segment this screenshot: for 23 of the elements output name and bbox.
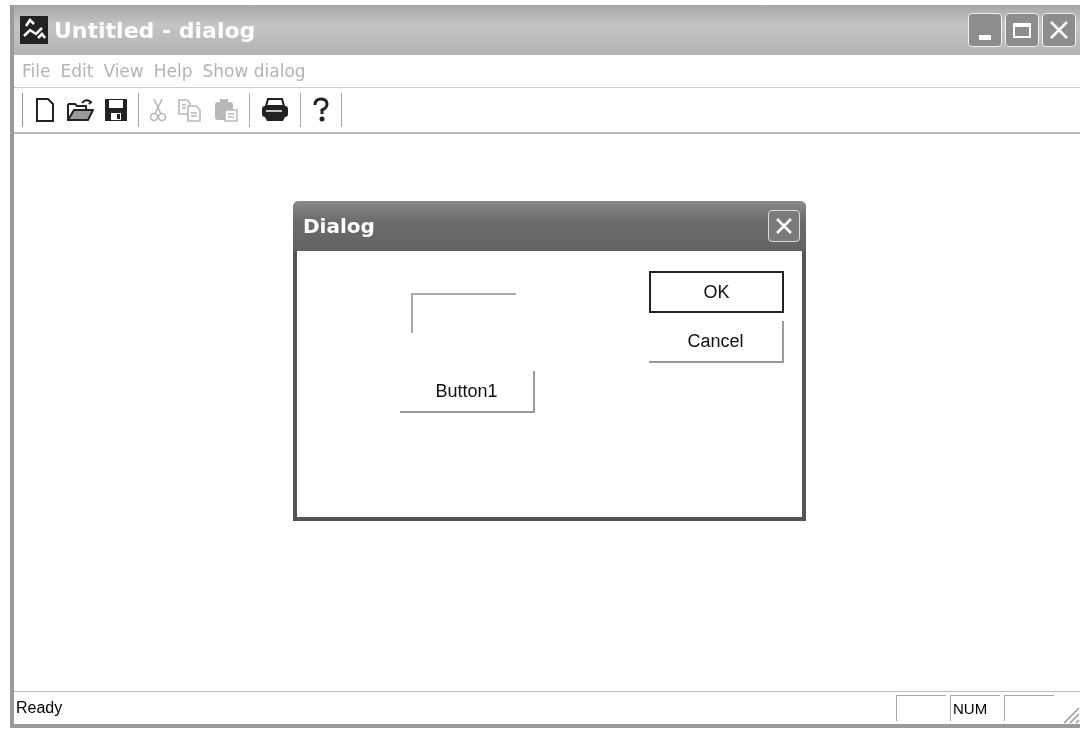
status-text: Ready [16,699,64,717]
action-button[interactable]: Button1 [400,371,535,413]
status-pane [896,695,946,721]
minimize-button[interactable] [968,13,1002,47]
cancel-button[interactable]: Cancel [649,321,784,363]
printer-icon [260,98,290,122]
help-question-icon [311,97,331,123]
app-icon [20,16,48,44]
status-indicator: NUM [950,695,1000,721]
window-title: Untitled - dialog [54,17,257,43]
scissors-icon [149,98,167,122]
close-icon [774,216,794,236]
new-file-icon [34,98,56,122]
clipboard-icon [213,98,239,122]
close-icon [1048,19,1070,41]
dialog-title: Dialog [303,214,376,238]
ok-button[interactable]: OK [649,271,784,313]
open-folder-icon [66,98,94,122]
close-button[interactable] [1042,13,1076,47]
maximize-button[interactable] [1005,13,1039,47]
close-button[interactable] [768,210,800,242]
status-pane [1004,695,1054,721]
copy-pages-icon [177,98,203,122]
